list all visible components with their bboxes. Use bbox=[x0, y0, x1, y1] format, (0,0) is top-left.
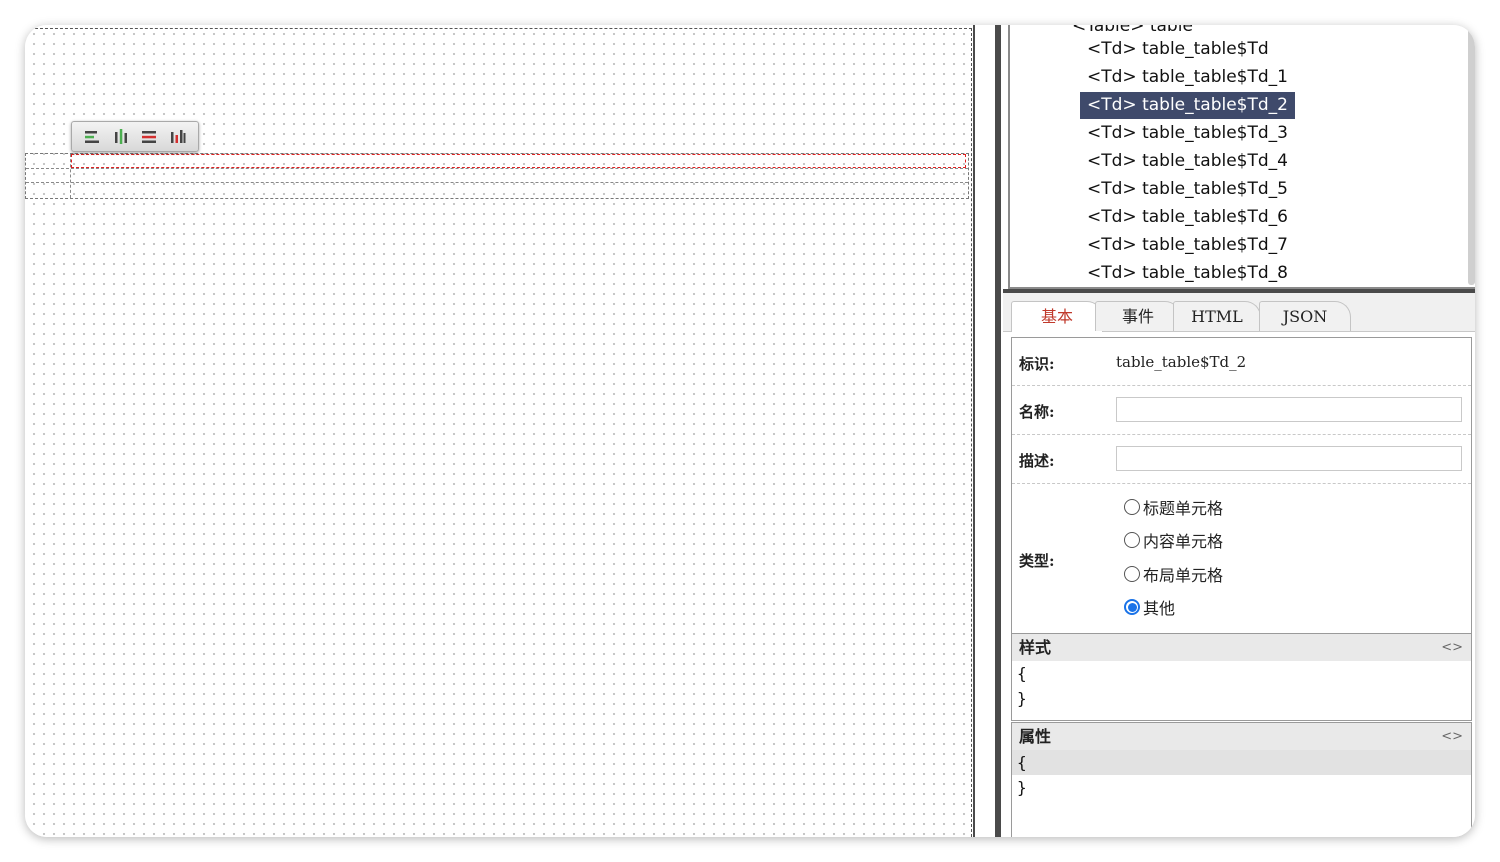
type-label: 类型: bbox=[1019, 552, 1055, 570]
tab-json[interactable]: JSON bbox=[1259, 301, 1351, 331]
name-input[interactable] bbox=[1116, 397, 1462, 422]
tab-bar: 基本 事件 HTML JSON bbox=[1003, 293, 1475, 332]
tree-scrollbar[interactable] bbox=[1468, 25, 1475, 285]
id-label: 标识: bbox=[1019, 355, 1055, 373]
app-window: <Table> table <Td> table_table$Td <Td> ta… bbox=[25, 25, 1475, 837]
tree-item-td[interactable]: <Td> table_table$Td_7 bbox=[1080, 232, 1295, 259]
code-toggle-icon[interactable]: <> bbox=[1441, 634, 1463, 661]
tree-item-td[interactable]: <Td> table_table$Td_8 bbox=[1080, 260, 1295, 287]
align-right-button[interactable] bbox=[139, 127, 159, 147]
name-row: 名称: bbox=[1012, 386, 1471, 435]
tree-item-td[interactable]: <Td> table_table$Td_3 bbox=[1080, 120, 1295, 147]
align-center-button[interactable] bbox=[111, 127, 131, 147]
type-option-content-cell[interactable]: 内容单元格 bbox=[1124, 529, 1223, 551]
tree-item-td[interactable]: <Td> table_table$Td_5 bbox=[1080, 176, 1295, 203]
splitter-line bbox=[973, 25, 975, 837]
style-section-title: 样式 bbox=[1019, 638, 1052, 657]
description-input[interactable] bbox=[1116, 446, 1462, 471]
attributes-section-header[interactable]: 属性 <> bbox=[1012, 723, 1471, 750]
attributes-section-title: 属性 bbox=[1019, 727, 1052, 746]
id-row: 标识: table_table$Td_2 bbox=[1012, 338, 1471, 386]
basic-properties-form: 标识: table_table$Td_2 名称: 描述: 类型: 标题单元格 内… bbox=[1011, 337, 1472, 633]
design-canvas[interactable] bbox=[25, 25, 973, 837]
description-row: 描述: bbox=[1012, 435, 1471, 484]
radio-button[interactable] bbox=[1124, 499, 1140, 515]
type-option-layout-cell[interactable]: 布局单元格 bbox=[1124, 563, 1223, 585]
description-label: 描述: bbox=[1019, 452, 1055, 470]
radio-label: 标题单元格 bbox=[1143, 499, 1224, 518]
align-left-icon bbox=[85, 130, 100, 143]
component-tree: <Table> table <Td> table_table$Td <Td> ta… bbox=[1008, 25, 1475, 289]
radio-label: 布局单元格 bbox=[1143, 566, 1224, 585]
attributes-code-line[interactable]: { bbox=[1012, 750, 1471, 775]
align-toolbar bbox=[71, 121, 199, 152]
table-row-divider bbox=[26, 168, 968, 169]
tree-item-td[interactable]: <Td> table_table$Td bbox=[1080, 36, 1276, 63]
style-code-line[interactable]: { bbox=[1012, 661, 1471, 686]
distribute-button[interactable] bbox=[168, 127, 188, 147]
attributes-code-line[interactable]: } bbox=[1012, 775, 1471, 800]
tree-item-td[interactable]: <Td> table_table$Td_1 bbox=[1080, 64, 1295, 91]
tab-basic[interactable]: 基本 bbox=[1011, 301, 1103, 332]
radio-button[interactable] bbox=[1124, 599, 1140, 615]
radio-label: 内容单元格 bbox=[1143, 532, 1224, 551]
code-toggle-icon[interactable]: <> bbox=[1441, 723, 1463, 750]
align-center-icon bbox=[114, 128, 127, 144]
properties-panel: 基本 事件 HTML JSON 标识: table_table$Td_2 名称:… bbox=[1003, 293, 1475, 837]
style-code-line[interactable]: } bbox=[1012, 686, 1471, 711]
tree-item-td[interactable]: <Td> table_table$Td_4 bbox=[1080, 148, 1295, 175]
tree-item-td[interactable]: <Td> table_table$Td_6 bbox=[1080, 204, 1295, 231]
table-row-divider bbox=[26, 182, 968, 183]
attributes-section: 属性 <> { } bbox=[1011, 722, 1472, 837]
name-label: 名称: bbox=[1019, 403, 1055, 421]
tab-events[interactable]: 事件 bbox=[1095, 301, 1181, 331]
style-section: 样式 <> { } bbox=[1011, 633, 1472, 721]
tab-html[interactable]: HTML bbox=[1173, 301, 1261, 331]
splitter-line bbox=[995, 25, 1001, 837]
distribute-icon bbox=[170, 129, 186, 143]
align-right-icon bbox=[142, 130, 157, 143]
style-section-header[interactable]: 样式 <> bbox=[1012, 634, 1471, 661]
tree-item-td[interactable]: <Td> table_table$Td_2 bbox=[1080, 92, 1295, 119]
type-option-header-cell[interactable]: 标题单元格 bbox=[1124, 496, 1223, 518]
type-option-other[interactable]: 其他 bbox=[1124, 596, 1175, 618]
selected-table-cell[interactable] bbox=[71, 154, 966, 168]
radio-button[interactable] bbox=[1124, 566, 1140, 582]
id-value: table_table$Td_2 bbox=[1116, 353, 1247, 371]
panel-splitter[interactable] bbox=[973, 25, 1003, 837]
type-row: 类型: 标题单元格 内容单元格 布局单元格 其他 bbox=[1012, 484, 1471, 633]
align-left-button[interactable] bbox=[82, 127, 102, 147]
radio-button[interactable] bbox=[1124, 532, 1140, 548]
radio-label: 其他 bbox=[1143, 599, 1176, 618]
